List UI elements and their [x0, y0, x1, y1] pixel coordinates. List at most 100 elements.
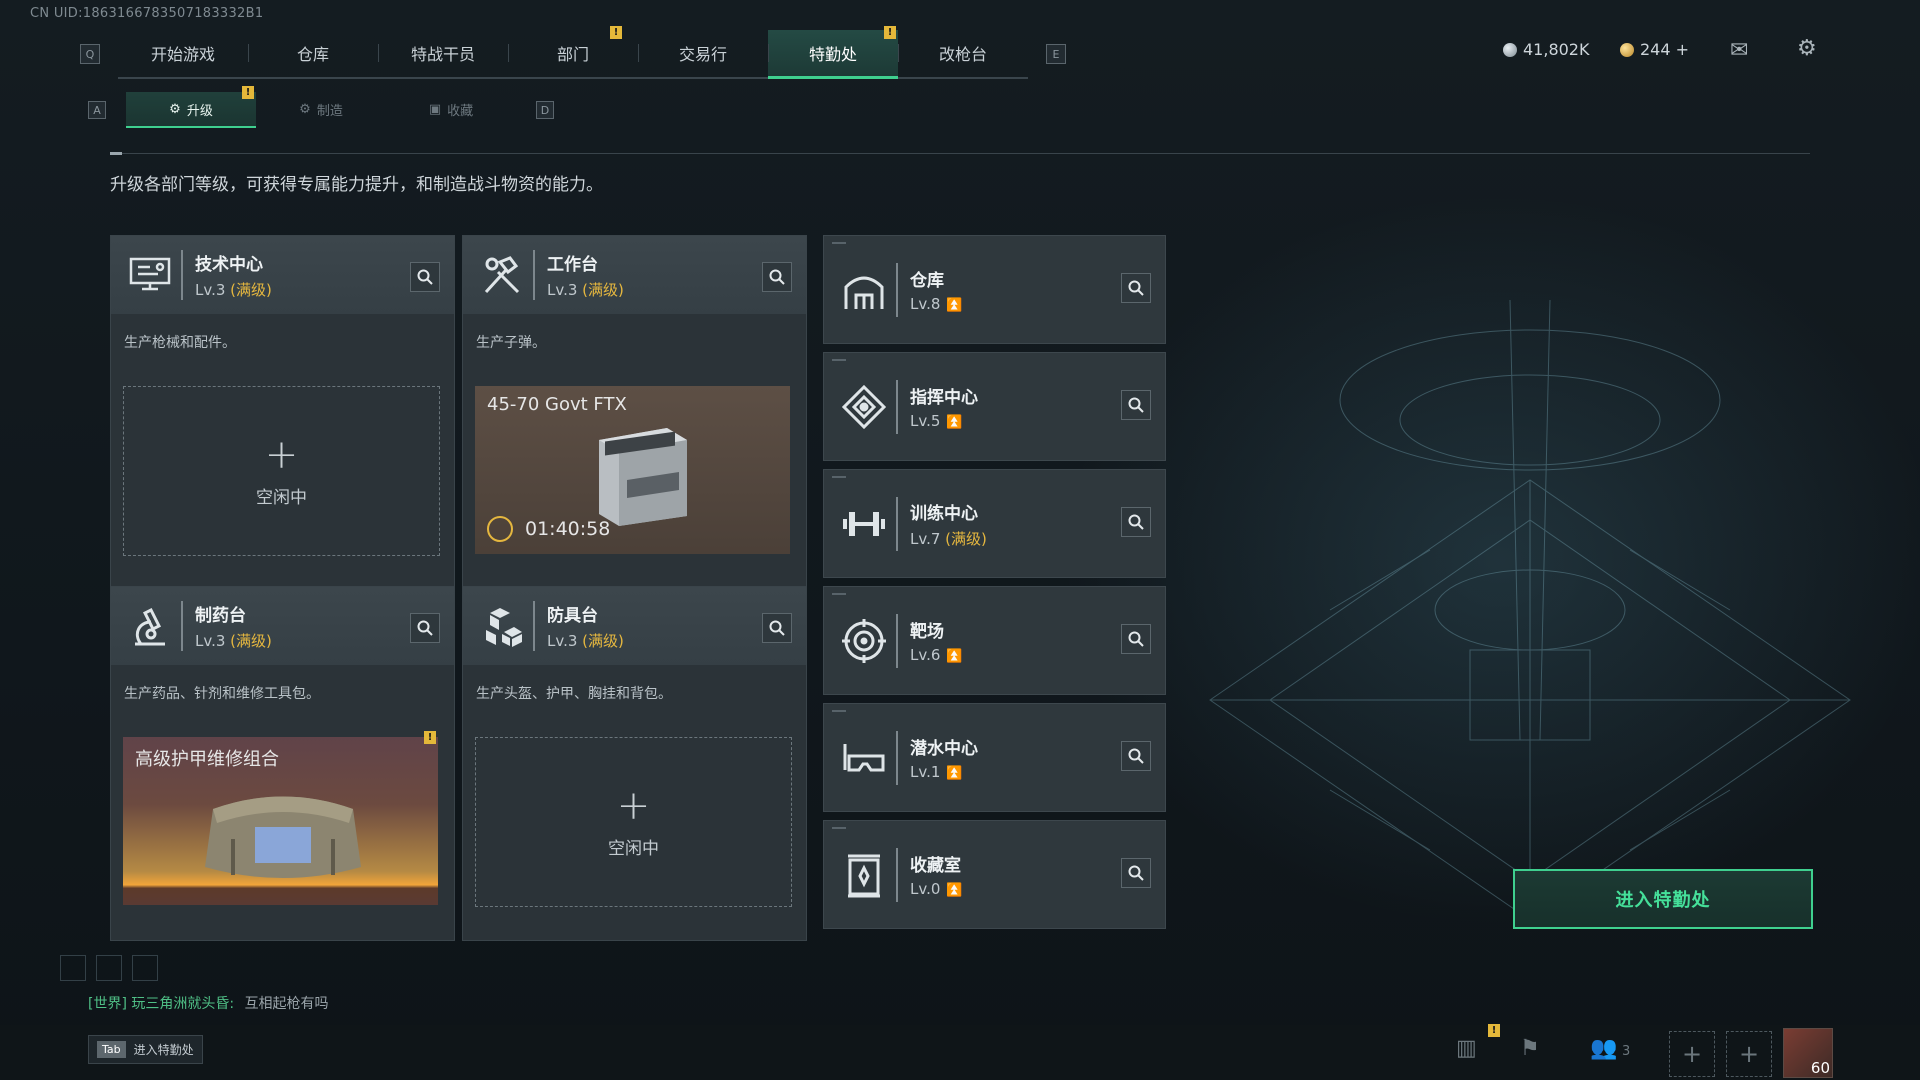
- tab-label: 开始游戏: [150, 44, 215, 64]
- facility-level: Lv.0 ⏫: [910, 880, 963, 898]
- add-slot-button[interactable]: +: [1669, 1031, 1715, 1077]
- add-slot-button[interactable]: +: [1726, 1031, 1772, 1077]
- tab-operators[interactable]: 特战干员: [378, 30, 508, 76]
- flag-icon[interactable]: ⚑: [1520, 1036, 1540, 1061]
- gear-icon[interactable]: ⚙: [1797, 36, 1817, 61]
- production-slot-completed[interactable]: 高级护甲维修组合 !: [123, 731, 438, 905]
- tab-gunsmith[interactable]: 改枪台: [898, 30, 1028, 76]
- facility-title: 收藏室: [910, 856, 961, 876]
- search-icon[interactable]: [1121, 858, 1151, 888]
- diving-mask-icon: [838, 740, 890, 776]
- production-slot-empty[interactable]: + 空闲中: [123, 386, 440, 556]
- repair-kit-bag-image: [205, 796, 361, 878]
- card-level: Lv.3 (满级): [547, 279, 624, 300]
- level-value: Lv.7: [910, 529, 941, 548]
- base-blueprint-illustration: [1209, 299, 1851, 921]
- level-value: Lv.3: [547, 632, 578, 650]
- chat-channel: [世界]: [88, 996, 127, 1012]
- max-level-tag: (满级): [945, 529, 987, 548]
- card-tech-center[interactable]: 技术中心 Lv.3 (满级) 生产枪械和配件。 + 空闲中: [110, 235, 455, 590]
- tab-label: 改枪台: [938, 44, 987, 64]
- facility-collection-room[interactable]: 收藏室 Lv.0 ⏫: [823, 820, 1166, 929]
- currency-secondary-value: 244 +: [1640, 40, 1690, 59]
- card-header: 制药台 Lv.3 (满级): [111, 587, 454, 665]
- tab-label: 特战干员: [410, 44, 475, 64]
- facility-title: 潜水中心: [910, 739, 978, 759]
- search-icon[interactable]: [410, 613, 440, 643]
- card-armor-bench[interactable]: 防具台 Lv.3 (满级) 生产头盔、护甲、胸挂和背包。 + 空闲中: [462, 586, 807, 941]
- tab-warehouse[interactable]: 仓库: [248, 30, 378, 76]
- search-icon[interactable]: [410, 262, 440, 292]
- level-value: Lv.0: [910, 880, 941, 898]
- notification-badge: !: [242, 86, 254, 99]
- facility-level: Lv.8 ⏫: [910, 295, 963, 313]
- trophy-case-icon: [838, 852, 890, 898]
- search-icon[interactable]: [1121, 741, 1151, 771]
- search-icon[interactable]: [1121, 624, 1151, 654]
- row-mark: [832, 827, 846, 829]
- search-icon[interactable]: [1121, 390, 1151, 420]
- tab-departments[interactable]: 部门!: [508, 25, 638, 76]
- subtab-label: 升级: [186, 103, 213, 119]
- row-mark: [832, 359, 846, 361]
- facility-training-center[interactable]: 训练中心 Lv.7 (满级): [823, 469, 1166, 578]
- production-slot-active[interactable]: 45-70 Govt FTX 01:40:58: [475, 386, 790, 554]
- search-icon[interactable]: [1121, 507, 1151, 537]
- tab-label: 仓库: [296, 44, 329, 64]
- avatar[interactable]: 60: [1783, 1028, 1833, 1078]
- target-icon: [838, 618, 890, 663]
- subtab-craft[interactable]: ⚙ 制造: [256, 92, 386, 126]
- card-workbench[interactable]: 工作台 Lv.3 (满级) 生产子弹。 45-70 Govt FTX 01:40…: [462, 235, 807, 590]
- facility-warehouse[interactable]: 仓库 Lv.8 ⏫: [823, 235, 1166, 344]
- currency-secondary[interactable]: 244 +: [1620, 40, 1689, 59]
- facility-shooting-range[interactable]: 靶场 Lv.6 ⏫: [823, 586, 1166, 695]
- deco-square: [96, 955, 122, 981]
- facility-command-center[interactable]: 指挥中心 Lv.5 ⏫: [823, 352, 1166, 461]
- microscope-icon: [125, 604, 175, 648]
- header-separator: [896, 847, 898, 902]
- search-icon[interactable]: [1121, 273, 1151, 303]
- currency-primary[interactable]: 41,802K: [1503, 40, 1589, 59]
- stats-icon[interactable]: ▥: [1456, 1036, 1477, 1061]
- ammo-box-image: [599, 428, 687, 526]
- facility-title: 仓库: [910, 271, 944, 291]
- plus-icon: +: [616, 782, 651, 829]
- card-description: 生产子弹。: [476, 335, 546, 351]
- level-value: Lv.3: [195, 281, 226, 299]
- facility-diving-center[interactable]: 潜水中心 Lv.1 ⏫: [823, 703, 1166, 812]
- header-separator: [896, 613, 898, 668]
- mail-icon[interactable]: ✉: [1730, 38, 1748, 63]
- search-icon[interactable]: [762, 613, 792, 643]
- enter-special-ops-button[interactable]: 进入特勤处: [1513, 869, 1813, 929]
- header-separator: [181, 601, 183, 651]
- tab-market[interactable]: 交易行: [638, 30, 768, 76]
- level-value: Lv.3: [547, 281, 578, 299]
- computer-icon: [125, 255, 175, 295]
- subtab-collection[interactable]: ▣ 收藏: [386, 92, 516, 126]
- friends-icon[interactable]: 👥: [1590, 1036, 1617, 1061]
- max-level-tag: (满级): [582, 281, 624, 299]
- subtab-label: 制造: [316, 103, 343, 119]
- tab-shortcut-hint[interactable]: Tab 进入特勤处: [88, 1035, 203, 1064]
- bottom-bar: [0, 1025, 1920, 1080]
- sub-navigation: A ⚙ 升级! ⚙ 制造 ▣ 收藏 D: [88, 86, 554, 128]
- level-value: Lv.3: [195, 632, 226, 650]
- tab-key: Tab: [97, 1041, 126, 1058]
- level-value: Lv.8: [910, 295, 941, 313]
- subtab-upgrade[interactable]: ⚙ 升级!: [126, 86, 256, 128]
- card-pharmacy[interactable]: 制药台 Lv.3 (满级) 生产药品、针剂和维修工具包。 高级护甲维修组合 !: [110, 586, 455, 941]
- card-description: 生产药品、针剂和维修工具包。: [124, 686, 320, 702]
- item-name: 45-70 Govt FTX: [487, 394, 627, 415]
- tab-start-game[interactable]: 开始游戏: [118, 30, 248, 76]
- tab-label: 交易行: [678, 44, 727, 64]
- tab-special-ops[interactable]: 特勤处!: [768, 25, 898, 79]
- production-slot-empty[interactable]: + 空闲中: [475, 737, 792, 907]
- max-level-tag: (满级): [230, 281, 272, 299]
- card-title: 技术中心: [195, 255, 263, 275]
- search-icon[interactable]: [762, 262, 792, 292]
- page-description: 升级各部门等级，可获得专属能力提升，和制造战斗物资的能力。: [110, 175, 603, 195]
- silver-coin-icon: [1503, 42, 1517, 57]
- collection-icon: ▣: [428, 101, 442, 117]
- chat-line[interactable]: [世界] 玩三角洲就头昏: 互相起枪有吗: [88, 993, 329, 1013]
- production-timer: 01:40:58: [487, 516, 610, 542]
